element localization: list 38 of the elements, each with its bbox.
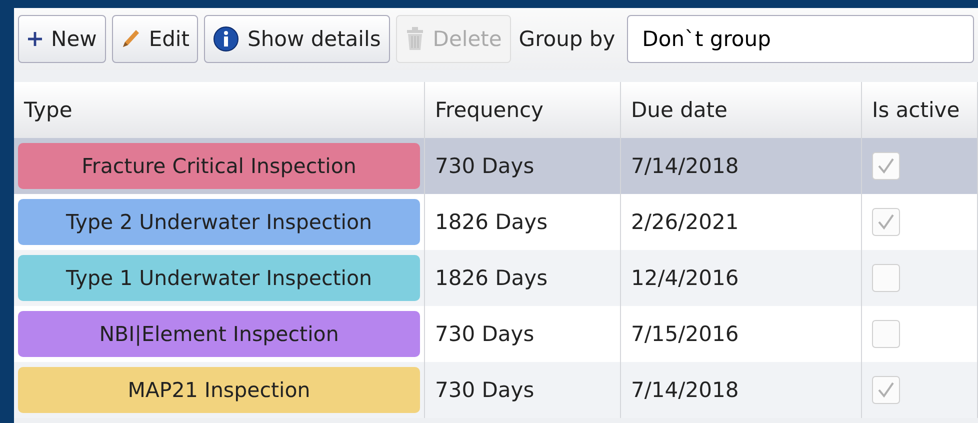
type-tag: Type 2 Underwater Inspection xyxy=(18,199,420,245)
column-header[interactable]: Due date xyxy=(620,82,862,138)
table-cell: 1826 Days xyxy=(435,266,548,290)
table-cell: 7/14/2018 xyxy=(631,378,739,402)
table-cell: 7/15/2016 xyxy=(631,322,739,346)
table-row[interactable]: MAP21 Inspection 730 Days 7/14/2018 xyxy=(14,362,978,418)
trash-icon xyxy=(404,27,425,51)
table-row[interactable]: Fracture Critical Inspection 730 Days 7/14/2018 xyxy=(14,138,978,194)
table-cell: 730 Days xyxy=(435,322,534,346)
table-cell: 730 Days xyxy=(435,378,534,402)
group-by-dropdown[interactable]: Don`t group xyxy=(627,15,974,63)
type-tag: MAP21 Inspection xyxy=(18,367,420,413)
toolbar-button[interactable]: New xyxy=(18,15,106,63)
toolbar-button[interactable]: Edit xyxy=(112,15,198,63)
column-header[interactable]: Type xyxy=(14,82,424,138)
column-header[interactable]: Frequency xyxy=(424,82,620,138)
plus-icon xyxy=(27,31,43,47)
pencil-icon xyxy=(120,28,141,50)
type-tag: Fracture Critical Inspection xyxy=(18,143,420,189)
table-cell: 12/4/2016 xyxy=(631,266,739,290)
checkbox[interactable] xyxy=(872,320,900,348)
checkbox[interactable] xyxy=(872,264,900,292)
table-cell: 7/14/2018 xyxy=(631,154,739,178)
table-cell: 730 Days xyxy=(435,154,534,178)
type-tag: NBI|Element Inspection xyxy=(18,311,420,357)
table-row[interactable]: Type 1 Underwater Inspection 1826 Days 12/4/2016 xyxy=(14,250,978,306)
table-row[interactable]: Type 2 Underwater Inspection 1826 Days 2/26/2021 xyxy=(14,194,978,250)
table-cell: 2/26/2021 xyxy=(631,210,739,234)
checkbox[interactable] xyxy=(872,376,900,404)
checkbox[interactable] xyxy=(872,152,900,180)
column-header[interactable]: Is active xyxy=(862,82,978,138)
toolbar-button[interactable]: Show details xyxy=(204,15,390,63)
table-cell: 1826 Days xyxy=(435,210,548,234)
checkbox[interactable] xyxy=(872,208,900,236)
table-row[interactable]: NBI|Element Inspection 730 Days 7/15/2016 xyxy=(14,306,978,362)
group-by-label: Group by xyxy=(518,27,616,51)
type-tag: Type 1 Underwater Inspection xyxy=(18,255,420,301)
info-icon xyxy=(213,26,240,52)
